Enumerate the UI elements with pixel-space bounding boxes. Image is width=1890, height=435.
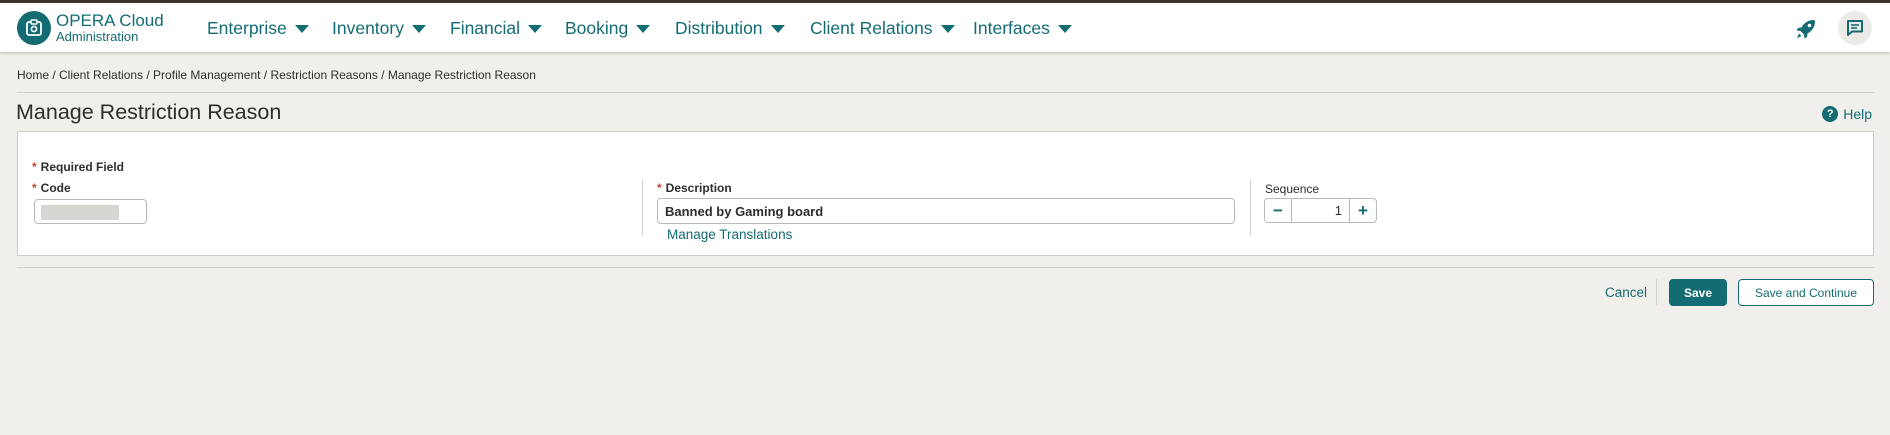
required-asterisk-icon: * [32, 160, 37, 174]
chevron-down-icon [528, 24, 543, 33]
help-icon: ? [1822, 106, 1839, 122]
divider [17, 92, 1874, 93]
required-field-note: * Required Field [32, 160, 124, 174]
nav-menu-financial[interactable]: Financial [450, 18, 543, 39]
action-divider [1656, 279, 1657, 305]
nav-menu-label: Financial [450, 18, 521, 38]
code-label-text: Code [40, 181, 71, 195]
sequence-label: Sequence [1265, 182, 1320, 196]
help-label: Help [1843, 106, 1872, 122]
column-divider [642, 179, 643, 235]
nav-menu-label: Enterprise [207, 18, 287, 38]
nav-menu-label: Interfaces [973, 18, 1050, 38]
nav-menu-inventory[interactable]: Inventory [332, 18, 426, 39]
form-panel: * Required Field * Code * Description Banne… [17, 131, 1874, 256]
save-button[interactable]: Save [1669, 279, 1727, 306]
nav-menu-label: Client Relations [810, 18, 933, 38]
nav-menu-enterprise[interactable]: Enterprise [207, 18, 309, 39]
required-asterisk-icon: * [32, 181, 37, 195]
chevron-down-icon [940, 24, 955, 33]
required-field-label: Required Field [40, 160, 125, 174]
description-label: * Description [657, 181, 732, 195]
code-label: * Code [32, 181, 71, 195]
help-link[interactable]: ? Help [1822, 106, 1872, 122]
nav-menu-label: Booking [565, 18, 629, 38]
page-title: Manage Restriction Reason [16, 100, 282, 124]
required-asterisk-icon: * [657, 181, 662, 195]
chevron-down-icon [770, 24, 785, 33]
chevron-down-icon [411, 24, 426, 33]
plus-icon: + [1358, 200, 1368, 220]
manage-translations-link[interactable]: Manage Translations [667, 227, 792, 242]
chevron-down-icon [1057, 24, 1072, 33]
code-value-redacted [41, 205, 119, 220]
nav-menu-label: Distribution [675, 18, 763, 38]
nav-menu-booking[interactable]: Booking [565, 18, 651, 39]
messages-icon[interactable] [1838, 11, 1872, 45]
nav-menu-distribution[interactable]: Distribution [675, 18, 785, 39]
breadcrumb[interactable]: Home / Client Relations / Profile Manage… [17, 68, 536, 82]
opera-logo-icon[interactable] [17, 11, 51, 45]
cancel-button[interactable]: Cancel [1605, 285, 1647, 300]
sequence-stepper: − 1 + [1264, 198, 1377, 223]
increment-button[interactable]: + [1349, 199, 1376, 222]
minus-icon: − [1273, 200, 1283, 220]
rocket-icon[interactable] [1792, 15, 1820, 43]
code-input[interactable] [34, 199, 147, 224]
sequence-input[interactable]: 1 [1292, 199, 1349, 222]
column-divider [1250, 179, 1251, 235]
chevron-down-icon [294, 24, 309, 33]
brand-title: OPERA Cloud [56, 11, 164, 30]
description-input[interactable]: Banned by Gaming board [657, 198, 1235, 224]
nav-menu-client-relations[interactable]: Client Relations [810, 18, 955, 39]
save-and-continue-button[interactable]: Save and Continue [1738, 279, 1874, 306]
nav-menu-interfaces[interactable]: Interfaces [973, 18, 1072, 39]
divider [17, 267, 1874, 268]
decrement-button[interactable]: − [1265, 199, 1292, 222]
description-label-text: Description [665, 181, 732, 195]
chevron-down-icon [636, 24, 651, 33]
top-navigation-bar: OPERA Cloud Administration Enterprise In… [0, 0, 1890, 52]
brand-subtitle: Administration [56, 29, 139, 44]
nav-menu-label: Inventory [332, 18, 404, 38]
